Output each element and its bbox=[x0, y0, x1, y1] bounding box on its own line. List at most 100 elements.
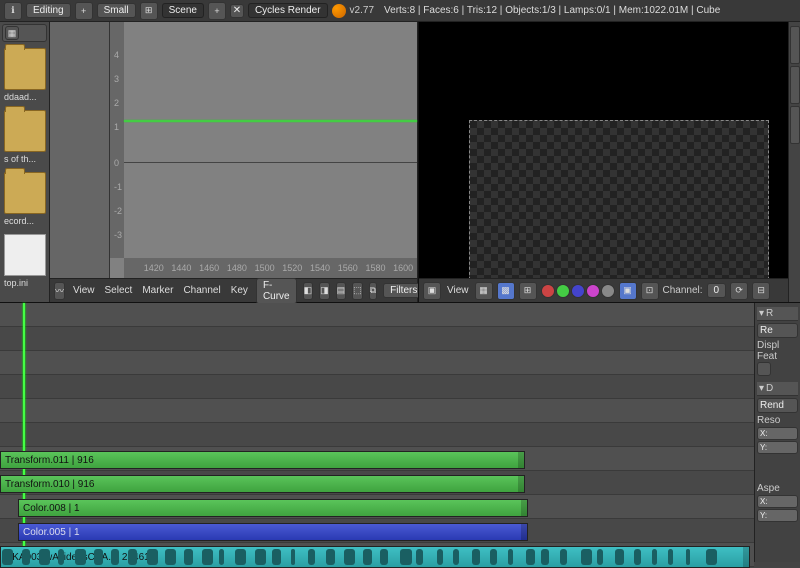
strip-label: Color.008 | 1 bbox=[23, 503, 80, 514]
refresh-icon[interactable]: ⟳ bbox=[730, 282, 748, 300]
strip-handle-right[interactable] bbox=[518, 476, 524, 492]
folder-icon bbox=[4, 172, 46, 214]
top-editors-row: ▦ ddaad... s of th... ecord... top.ini 4… bbox=[0, 22, 800, 302]
graph-x-axis: 1420 1440 1460 1480 1500 1520 1540 1560 … bbox=[124, 258, 417, 278]
overlay-icon[interactable]: ▣ bbox=[619, 282, 637, 300]
channel-menu[interactable]: Channel bbox=[181, 285, 222, 296]
folder-icon bbox=[4, 48, 46, 90]
auto-icon[interactable]: ◨ bbox=[319, 282, 330, 300]
folder-icon bbox=[4, 110, 46, 152]
channel-label: Channel: bbox=[663, 285, 703, 296]
properties-panel: ▾ R Re Displ Feat ▾ D Rend Reso X: Y: As… bbox=[754, 303, 800, 562]
display-channels bbox=[541, 284, 615, 298]
file-browser-header[interactable]: ▦ bbox=[2, 24, 47, 42]
show-sliders-icon[interactable]: ▤ bbox=[336, 282, 347, 300]
sequence-strip[interactable]: Color.005 | 1 bbox=[18, 523, 528, 541]
graph-editor-header: 〰 View Select Marker Channel Key F-Curve… bbox=[50, 278, 417, 302]
marker-menu[interactable]: Marker bbox=[140, 285, 175, 296]
green-channel-toggle[interactable] bbox=[556, 284, 570, 298]
render-preview-canvas[interactable] bbox=[469, 120, 769, 290]
render-button[interactable]: Re bbox=[757, 323, 798, 338]
editor-type-icon[interactable]: ▣ bbox=[423, 282, 441, 300]
thumb-view-icon[interactable]: ▦ bbox=[5, 26, 19, 40]
file-item[interactable]: s of th... bbox=[2, 108, 47, 166]
strip-handle-right[interactable] bbox=[518, 452, 524, 468]
strip-handle-right[interactable] bbox=[521, 524, 527, 540]
video-sequence-editor[interactable]: Transform.011 | 916 Transform.010 | 916 Co… bbox=[0, 303, 754, 562]
scene-delete-button[interactable]: ✕ bbox=[230, 4, 244, 18]
tool-button[interactable] bbox=[790, 106, 800, 144]
aspect-x-field[interactable]: X: bbox=[757, 495, 798, 508]
editor-type-icon[interactable]: 〰 bbox=[54, 282, 65, 300]
graph-channel-list[interactable] bbox=[50, 22, 110, 278]
channel-number-field[interactable]: 0 bbox=[707, 283, 727, 298]
render-engine-dropdown[interactable]: Cycles Render bbox=[248, 3, 328, 18]
file-browser: ▦ ddaad... s of th... ecord... top.ini bbox=[0, 22, 50, 302]
aspect-label: Aspe bbox=[757, 483, 798, 494]
scene-browse-icon[interactable]: ⊞ bbox=[140, 2, 158, 20]
view-menu[interactable]: View bbox=[71, 285, 97, 296]
view-menu[interactable]: View bbox=[445, 285, 471, 296]
file-item[interactable]: ddaad... bbox=[2, 46, 47, 104]
res-x-field[interactable]: X: bbox=[757, 427, 798, 440]
file-icon bbox=[4, 234, 46, 276]
scene-name-field[interactable]: Scene bbox=[162, 3, 204, 18]
blender-logo-icon bbox=[332, 4, 346, 18]
red-channel-toggle[interactable] bbox=[541, 284, 555, 298]
version-label: v2.77 bbox=[350, 5, 374, 16]
strip-handle-right[interactable] bbox=[743, 547, 749, 567]
file-label: ecord... bbox=[4, 216, 45, 226]
sequence-strip[interactable]: Transform.011 | 916 bbox=[0, 451, 525, 469]
key-menu[interactable]: Key bbox=[229, 285, 250, 296]
editor-type-icon[interactable]: ℹ bbox=[4, 2, 22, 20]
strip-handle-right[interactable] bbox=[521, 500, 527, 516]
file-label: top.ini bbox=[4, 278, 45, 288]
panel-header-dimensions[interactable]: ▾ D bbox=[757, 382, 798, 396]
bottom-editors-row: Transform.011 | 916 Transform.010 | 916 Co… bbox=[0, 302, 800, 562]
render-preset-dropdown[interactable]: Rend bbox=[757, 398, 798, 413]
feature-checkbox[interactable] bbox=[757, 362, 771, 376]
preview-toolbar bbox=[788, 22, 800, 302]
screen-layout-dropdown[interactable]: Editing bbox=[26, 3, 71, 18]
strip-label: Color.005 | 1 bbox=[23, 527, 80, 538]
graph-y-axis: 4 3 2 1 0 -1 -2 -3 bbox=[110, 22, 124, 258]
feature-label: Feat bbox=[757, 351, 798, 362]
res-y-field[interactable]: Y: bbox=[757, 441, 798, 454]
sequence-strip[interactable]: CKA003.wAvideosCKA...| 28461 bbox=[0, 546, 750, 568]
selected-only-icon[interactable]: ⬚ bbox=[352, 282, 363, 300]
info-header: ℹ Editing + Small ⊞ Scene + ✕ Cycles Ren… bbox=[0, 0, 800, 22]
safe-areas-icon[interactable]: ⊡ bbox=[641, 282, 659, 300]
add-layout-icon[interactable]: + bbox=[75, 2, 93, 20]
file-label: ddaad... bbox=[4, 92, 45, 102]
scene-stats: Verts:8 | Faces:6 | Tris:12 | Objects:1/… bbox=[378, 5, 720, 16]
file-item[interactable]: top.ini bbox=[2, 232, 47, 290]
graph-curve[interactable] bbox=[124, 120, 417, 122]
scene-add-icon[interactable]: + bbox=[208, 2, 226, 20]
select-menu[interactable]: Select bbox=[103, 285, 135, 296]
file-item[interactable]: ecord... bbox=[2, 170, 47, 228]
aspect-y-field[interactable]: Y: bbox=[757, 509, 798, 522]
layer-icon[interactable]: ⊞ bbox=[519, 282, 537, 300]
preview-area: ▣ View ▦ ▩ ⊞ ▣ ⊡ Channel: 0 ⟳ ⊟ bbox=[418, 22, 788, 302]
slot-icon[interactable]: ▩ bbox=[497, 282, 515, 300]
graph-plot-area[interactable]: 4 3 2 1 0 -1 -2 -3 1420 1440 1460 1480 1… bbox=[110, 22, 417, 278]
proxy-icon[interactable]: ⊟ bbox=[752, 282, 770, 300]
normalize-icon[interactable]: ◧ bbox=[303, 282, 314, 300]
panel-header-render[interactable]: ▾ R bbox=[757, 307, 798, 321]
bw-channel-toggle[interactable] bbox=[601, 284, 615, 298]
file-label: s of th... bbox=[4, 154, 45, 164]
mode-dropdown[interactable]: F-Curve bbox=[256, 278, 297, 304]
display-mode-icon[interactable]: ▦ bbox=[475, 282, 493, 300]
ghost-icon[interactable]: ⧉ bbox=[369, 282, 377, 300]
blue-channel-toggle[interactable] bbox=[571, 284, 585, 298]
display-label: Displ bbox=[757, 340, 798, 351]
sequence-strip[interactable]: Transform.010 | 916 bbox=[0, 475, 525, 493]
tool-button[interactable] bbox=[790, 66, 800, 104]
browse-dropdown[interactable]: Small bbox=[97, 3, 136, 18]
preview-header: ▣ View ▦ ▩ ⊞ ▣ ⊡ Channel: 0 ⟳ ⊟ bbox=[419, 278, 788, 302]
strip-label: Transform.010 | 916 bbox=[5, 479, 95, 490]
graph-zero-line bbox=[124, 162, 417, 163]
alpha-channel-toggle[interactable] bbox=[586, 284, 600, 298]
sequence-strip[interactable]: Color.008 | 1 bbox=[18, 499, 528, 517]
tool-button[interactable] bbox=[790, 26, 800, 64]
